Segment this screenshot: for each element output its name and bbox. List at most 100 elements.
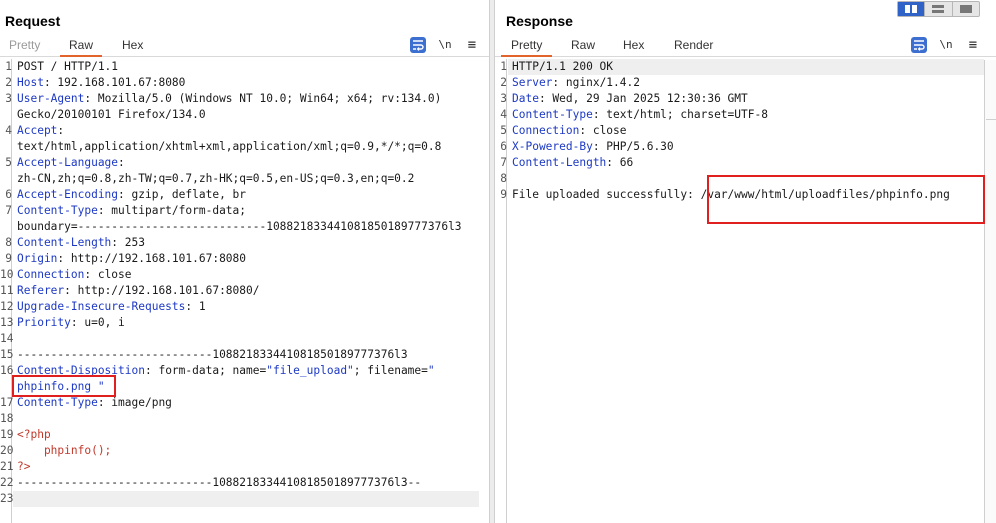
word-wrap-icon[interactable]	[410, 37, 426, 53]
header-name: Content-Type	[17, 396, 98, 409]
code-token: : text/html; charset=UTF-8	[592, 108, 768, 121]
line-number: 3	[500, 92, 507, 105]
code-token: : close	[84, 268, 132, 281]
line-number: 4	[500, 108, 507, 121]
code-line: boundary=----------------------------108…	[17, 219, 462, 235]
layout-stacked-icon[interactable]	[924, 2, 951, 16]
code-token: "file_upload"	[266, 364, 354, 377]
code-token: ; filename=	[353, 364, 428, 377]
code-line: POST / HTTP/1.1	[17, 59, 118, 75]
code-line: ?>	[17, 459, 30, 475]
header-name: Accept-Language	[17, 156, 119, 169]
code-line: Server: nginx/1.4.2	[512, 75, 640, 91]
code-line: Priority: u=0, i	[17, 315, 125, 331]
code-token: : PHP/5.6.30	[592, 140, 674, 153]
code-line: -----------------------------10882183344…	[17, 347, 408, 363]
header-name: Referer	[17, 284, 65, 297]
code-token: phpinfo();	[17, 444, 112, 457]
code-token: : u=0, i	[70, 316, 125, 329]
upload-path-highlight-box	[707, 175, 985, 224]
header-name: Origin	[17, 252, 58, 265]
newline-toggle-icon[interactable]: \n	[938, 37, 954, 53]
line-number: 9	[500, 188, 507, 201]
code-token: "	[427, 364, 435, 377]
header-name: Server	[512, 76, 553, 89]
header-name: X-Powered-By	[512, 140, 593, 153]
header-name: Date	[512, 92, 539, 105]
line-number: 11	[0, 284, 14, 297]
code-token: boundary=----------------------------108…	[17, 220, 462, 233]
header-name: Content-Type	[512, 108, 593, 121]
code-token: :	[118, 156, 125, 169]
vertical-scrollbar[interactable]	[984, 60, 996, 523]
header-name: Connection	[17, 268, 85, 281]
code-token: HTTP/1.1 200 OK	[512, 60, 614, 73]
code-token: : gzip, deflate, br	[118, 188, 247, 201]
code-line: Origin: http://192.168.101.67:8080	[17, 251, 246, 267]
code-token: : form-data; name=	[144, 364, 267, 377]
request-editor[interactable]: 1 POST / HTTP/1.1 2 Host: 192.168.101.67:80…	[0, 59, 489, 523]
header-name: Priority	[17, 316, 71, 329]
line-number: 12	[0, 300, 14, 313]
code-token: : multipart/form-data;	[97, 204, 247, 217]
code-token: : http://192.168.101.67:8080/	[64, 284, 260, 297]
code-token: Gecko/20100101 Firefox/134.0	[17, 108, 206, 121]
tab-request-hex[interactable]: Hex	[122, 38, 143, 57]
line-number: 15	[0, 348, 14, 361]
code-line: User-Agent: Mozilla/5.0 (Windows NT 10.0…	[17, 91, 441, 107]
code-line: -----------------------------10882183344…	[17, 475, 421, 491]
tab-request-raw[interactable]: Raw	[60, 38, 103, 57]
line-number: 2	[500, 76, 507, 89]
response-title: Response	[506, 13, 573, 29]
code-line: Accept-Language:	[17, 155, 125, 171]
tab-response-pretty[interactable]: Pretty	[501, 38, 553, 57]
header-name: Content-Type	[17, 204, 98, 217]
current-line-highlight	[13, 491, 479, 507]
line-number: 22	[0, 476, 14, 489]
code-line: Upgrade-Insecure-Requests: 1	[17, 299, 206, 315]
scroll-thumb[interactable]	[986, 60, 996, 120]
response-editor[interactable]: 1 HTTP/1.1 200 OK 2 Server: nginx/1.4.2 3 Dat…	[495, 59, 984, 523]
code-line: Connection: close	[512, 123, 627, 139]
line-number: 13	[0, 316, 14, 329]
tab-request-pretty[interactable]: Pretty	[9, 38, 40, 57]
code-token: : 66	[606, 156, 634, 169]
code-line: Content-Type: image/png	[17, 395, 172, 411]
code-token: <?php	[17, 428, 51, 441]
code-line: X-Powered-By: PHP/5.6.30	[512, 139, 674, 155]
header-name: Host	[17, 76, 44, 89]
code-token: : nginx/1.4.2	[552, 76, 640, 89]
tab-response-hex[interactable]: Hex	[623, 38, 644, 57]
word-wrap-icon[interactable]	[911, 37, 927, 53]
code-token: -----------------------------10882183344…	[17, 348, 408, 361]
line-number: 1	[500, 60, 507, 73]
line-number: 20	[0, 444, 14, 457]
layout-side-by-side-icon[interactable]	[898, 2, 925, 16]
code-line: Date: Wed, 29 Jan 2025 12:30:36 GMT	[512, 91, 748, 107]
code-line: Accept-Encoding: gzip, deflate, br	[17, 187, 246, 203]
line-number: 7	[500, 156, 507, 169]
line-number: 3	[5, 92, 12, 105]
menu-icon[interactable]: ≡	[464, 37, 480, 53]
code-token: : 1	[185, 300, 206, 313]
menu-icon[interactable]: ≡	[965, 37, 981, 53]
code-token: : image/png	[97, 396, 172, 409]
line-number: 17	[0, 396, 14, 409]
code-token: : 192.168.101.67:8080	[43, 76, 186, 89]
code-token: : Mozilla/5.0 (Windows NT 10.0; Win64; x…	[84, 92, 442, 105]
header-name: User-Agent	[17, 92, 85, 105]
line-number: 2	[5, 76, 12, 89]
code-line: Accept:	[17, 123, 64, 139]
code-line: Content-Type: multipart/form-data;	[17, 203, 246, 219]
tab-response-raw[interactable]: Raw	[571, 38, 595, 57]
response-pane: Response Pretty Raw Hex Render \n ≡ 1 HTT…	[494, 0, 996, 523]
newline-toggle-icon[interactable]: \n	[437, 37, 453, 53]
request-title: Request	[5, 13, 61, 29]
code-line: text/html,application/xhtml+xml,applicat…	[17, 139, 441, 155]
line-number: 9	[5, 252, 12, 265]
layout-toggle	[897, 1, 980, 17]
layout-tabs-icon[interactable]	[951, 2, 979, 16]
line-number: 16	[0, 364, 14, 377]
tab-response-render[interactable]: Render	[674, 38, 713, 57]
line-number: 14	[0, 332, 14, 345]
